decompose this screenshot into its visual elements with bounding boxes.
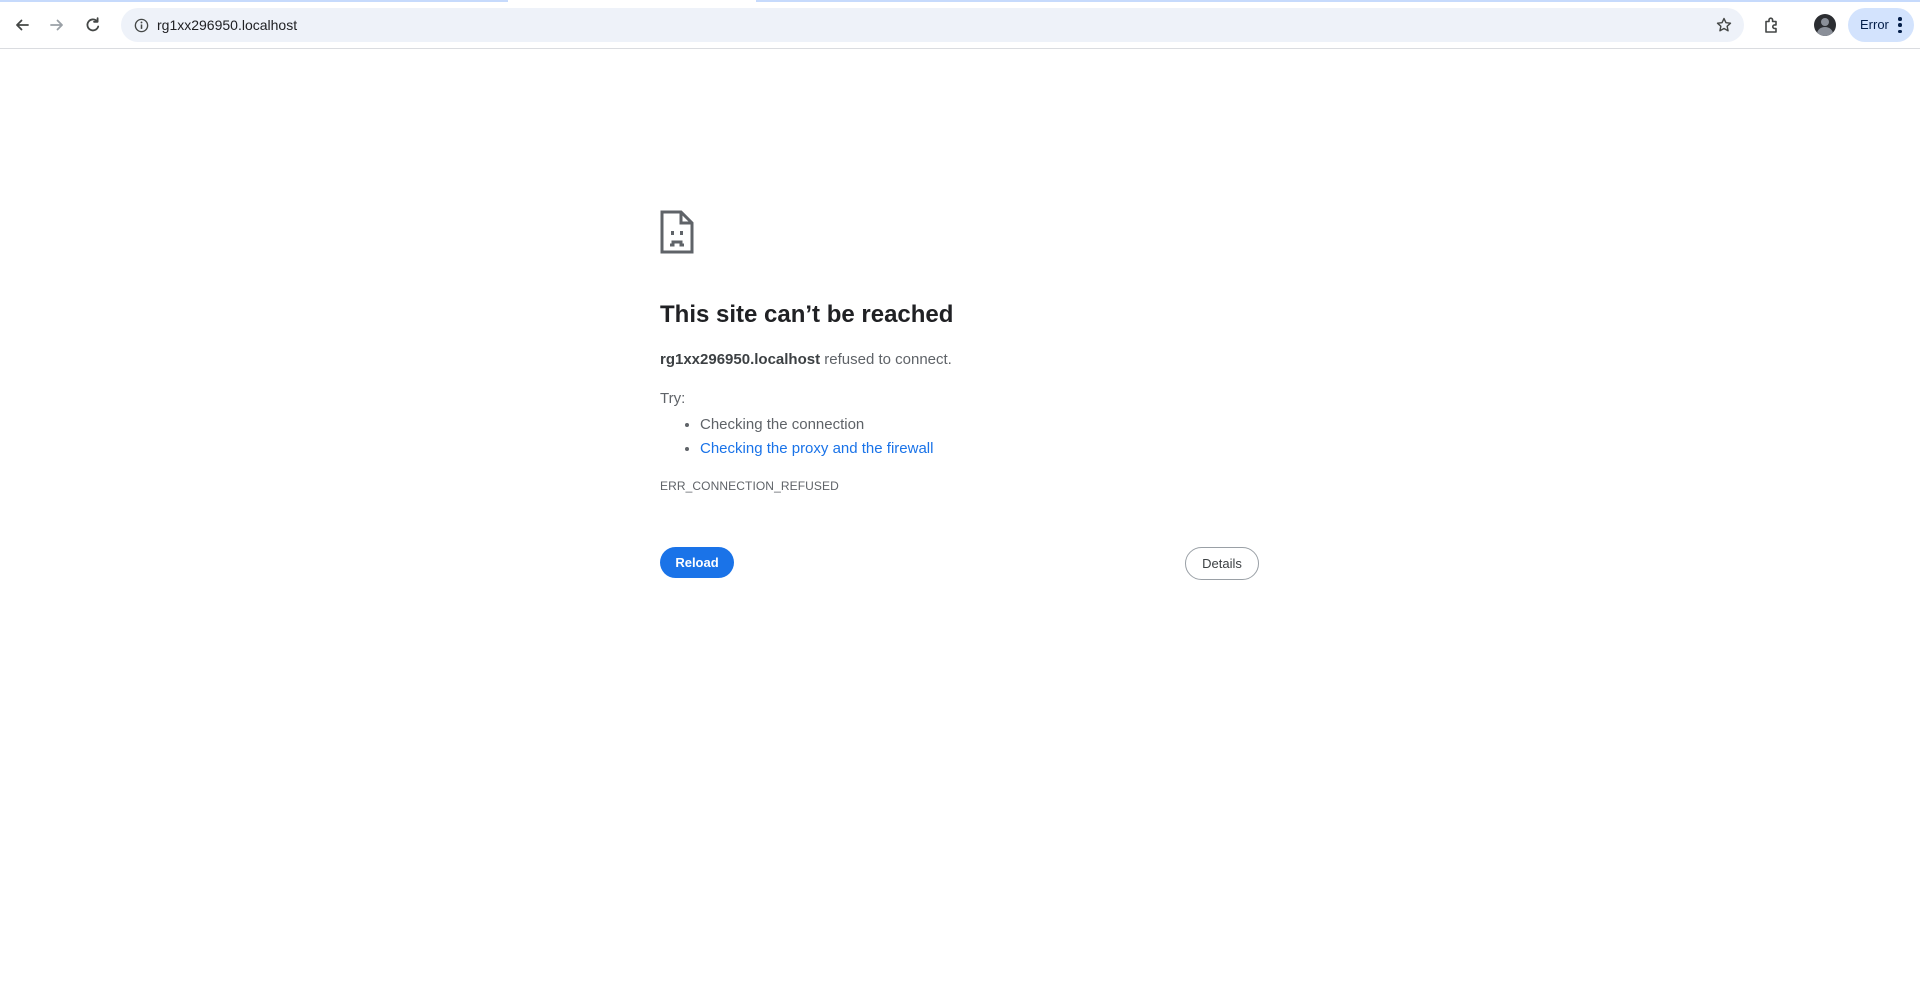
suggestion-item: Checking the proxy and the firewall bbox=[700, 437, 933, 461]
suggestion-check-proxy-firewall-link[interactable]: Checking the proxy and the firewall bbox=[700, 440, 933, 457]
extensions-button[interactable] bbox=[1756, 9, 1788, 41]
loading-indicator bbox=[756, 0, 1920, 2]
site-info-button[interactable] bbox=[129, 13, 153, 37]
suggestion-item: Checking the connection bbox=[700, 413, 933, 437]
address-bar[interactable]: rg1xx296950.localhost bbox=[121, 8, 1744, 42]
page-title: This site can’t be reached bbox=[660, 301, 954, 328]
error-summary: rg1xx296950.localhost refused to connect… bbox=[660, 350, 952, 370]
reload-page-button[interactable] bbox=[77, 9, 109, 41]
back-button[interactable] bbox=[6, 9, 38, 41]
error-summary-suffix: refused to connect. bbox=[820, 351, 952, 368]
error-host: rg1xx296950.localhost bbox=[660, 351, 821, 368]
reload-icon bbox=[86, 17, 100, 32]
url-text[interactable]: rg1xx296950.localhost bbox=[157, 17, 297, 33]
bookmark-button[interactable] bbox=[1712, 13, 1736, 37]
browser-toolbar: rg1xx296950.localhost Error bbox=[0, 0, 1920, 49]
arrow-left-icon bbox=[16, 19, 29, 31]
star-icon bbox=[1716, 17, 1732, 32]
error-chip-label: Error bbox=[1860, 17, 1889, 32]
avatar-body-shape bbox=[1817, 27, 1833, 36]
avatar-head-shape bbox=[1821, 18, 1829, 26]
sad-document-icon bbox=[660, 210, 694, 254]
reload-button[interactable]: Reload bbox=[660, 547, 734, 578]
error-chip-menu-button[interactable]: Error bbox=[1848, 8, 1914, 42]
suggestions-list: Checking the connection Checking the pro… bbox=[700, 413, 933, 461]
loading-indicator bbox=[0, 0, 508, 2]
suggestion-check-connection: Checking the connection bbox=[700, 416, 865, 433]
puzzle-icon bbox=[1765, 17, 1777, 33]
info-icon bbox=[134, 18, 148, 32]
kebab-menu-icon bbox=[1897, 17, 1903, 33]
arrow-right-icon bbox=[50, 19, 63, 31]
avatar[interactable] bbox=[1814, 14, 1836, 36]
error-code: ERR_CONNECTION_REFUSED bbox=[660, 479, 839, 493]
forward-button[interactable] bbox=[41, 9, 73, 41]
details-button[interactable]: Details bbox=[1185, 547, 1259, 580]
try-label: Try: bbox=[660, 390, 686, 407]
